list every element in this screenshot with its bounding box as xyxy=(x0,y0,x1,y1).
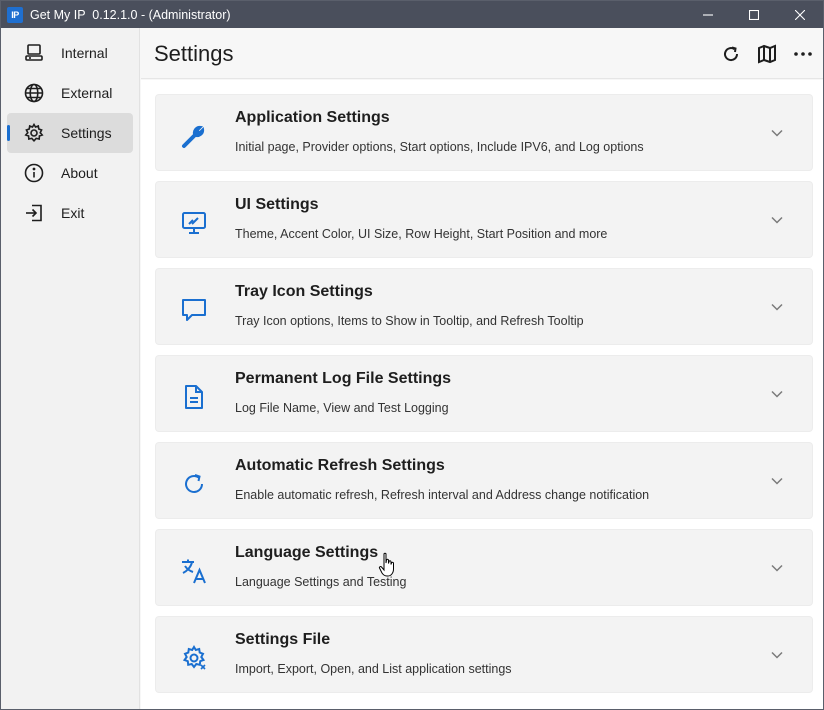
maximize-icon xyxy=(749,9,759,20)
sidebar-item-label: External xyxy=(61,85,113,101)
document-icon xyxy=(180,383,208,411)
page-header: Settings xyxy=(141,28,823,79)
window-controls xyxy=(685,1,823,28)
speech-bubble-icon xyxy=(180,296,208,324)
refresh-button[interactable] xyxy=(717,40,745,68)
title-bar[interactable]: IP Get My IP 0.12.1.0 - (Administrator) xyxy=(1,1,823,28)
sidebar-item-label: Internal xyxy=(61,45,108,61)
sidebar-item-label: About xyxy=(61,165,98,181)
sidebar-item-label: Exit xyxy=(61,205,85,221)
minimize-icon xyxy=(703,13,713,16)
settings-list: Application Settings Initial page, Provi… xyxy=(141,80,823,709)
card-title: Settings File xyxy=(235,631,331,648)
computer-icon xyxy=(23,42,45,64)
chevron-down-icon[interactable] xyxy=(770,648,784,662)
wrench-icon xyxy=(180,122,208,150)
hand-cursor-icon xyxy=(378,552,394,577)
more-options-button[interactable] xyxy=(789,40,817,68)
more-icon xyxy=(794,52,812,56)
chevron-down-icon[interactable] xyxy=(770,213,784,227)
card-title: UI Settings xyxy=(235,196,319,213)
header-actions xyxy=(717,40,817,68)
sidebar-item-about[interactable]: About xyxy=(7,153,133,193)
maximize-button[interactable] xyxy=(731,1,777,28)
window-title: Get My IP 0.12.1.0 - (Administrator) xyxy=(30,7,231,22)
card-description: Tray Icon options, Items to Show in Tool… xyxy=(235,314,584,328)
sidebar-item-exit[interactable]: Exit xyxy=(7,193,133,233)
sidebar: Internal External Settings About Exit xyxy=(1,28,140,709)
settings-card-log-file[interactable]: Permanent Log File Settings Log File Nam… xyxy=(155,355,813,432)
refresh-icon xyxy=(724,46,739,62)
card-title: Tray Icon Settings xyxy=(235,283,373,300)
settings-card-tray-icon[interactable]: Tray Icon Settings Tray Icon options, It… xyxy=(155,268,813,345)
card-description: Theme, Accent Color, UI Size, Row Height… xyxy=(235,227,608,241)
card-description: Import, Export, Open, and List applicati… xyxy=(235,662,512,676)
chevron-down-icon[interactable] xyxy=(770,126,784,140)
map-button[interactable] xyxy=(753,40,781,68)
sidebar-item-internal[interactable]: Internal xyxy=(7,33,133,73)
card-title: Permanent Log File Settings xyxy=(235,370,452,387)
translate-icon xyxy=(180,557,208,585)
settings-card-auto-refresh[interactable]: Automatic Refresh Settings Enable automa… xyxy=(155,442,813,519)
sidebar-item-settings[interactable]: Settings xyxy=(7,113,133,153)
exit-icon xyxy=(23,202,45,224)
app-window: IP Get My IP 0.12.1.0 - (Administrator) … xyxy=(0,0,824,710)
close-icon xyxy=(795,9,805,20)
settings-card-settings-file[interactable]: Settings File Import, Export, Open, and … xyxy=(155,616,813,693)
settings-card-application[interactable]: Application Settings Initial page, Provi… xyxy=(155,94,813,171)
gear-icon xyxy=(23,122,45,144)
monitor-icon xyxy=(180,209,208,237)
sidebar-item-label: Settings xyxy=(61,125,112,141)
sidebar-item-external[interactable]: External xyxy=(7,73,133,113)
app-logo-icon: IP xyxy=(7,6,23,23)
chevron-down-icon[interactable] xyxy=(770,474,784,488)
card-title: Language Settings xyxy=(235,544,379,561)
chevron-down-icon[interactable] xyxy=(770,561,784,575)
card-title: Automatic Refresh Settings xyxy=(235,457,445,474)
map-icon xyxy=(758,44,776,64)
settings-card-language[interactable]: Language Settings Language Settings and … xyxy=(155,529,813,606)
chevron-down-icon[interactable] xyxy=(770,300,784,314)
minimize-button[interactable] xyxy=(685,1,731,28)
card-description: Enable automatic refresh, Refresh interv… xyxy=(235,488,650,502)
chevron-down-icon[interactable] xyxy=(770,387,784,401)
globe-icon xyxy=(23,82,45,104)
card-description: Log File Name, View and Test Logging xyxy=(235,401,449,415)
settings-file-icon xyxy=(180,644,208,672)
main-panel: Settings Application Settings Initial pa… xyxy=(141,28,823,709)
card-description: Initial page, Provider options, Start op… xyxy=(235,140,644,154)
page-title: Settings xyxy=(154,41,234,66)
info-icon xyxy=(23,162,45,184)
close-button[interactable] xyxy=(777,1,823,28)
refresh-icon xyxy=(180,470,208,498)
card-title: Application Settings xyxy=(235,109,390,126)
settings-card-ui[interactable]: UI Settings Theme, Accent Color, UI Size… xyxy=(155,181,813,258)
